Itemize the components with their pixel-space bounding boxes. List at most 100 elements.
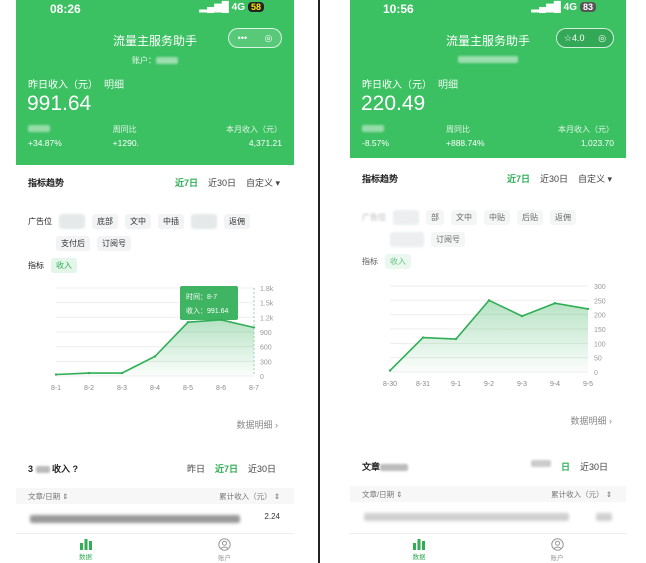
range-yesterday[interactable]: 昨日 (187, 462, 205, 475)
battery-icon: 58 (247, 2, 264, 12)
ad-chip[interactable]: 中插 (158, 213, 184, 229)
ad-chip[interactable]: 文中 (451, 209, 477, 225)
ad-chip[interactable]: 订阅号 (97, 235, 131, 251)
stat-label: 本月收入（元） (226, 125, 283, 134)
tab-label: 数据 (412, 554, 426, 561)
article-title-redacted (364, 513, 569, 521)
y-tick-label: 0 (260, 374, 264, 381)
bar-chart-icon (413, 539, 425, 550)
ad-chip[interactable]: 部 (426, 209, 444, 225)
detail-link[interactable]: 明细 (104, 80, 124, 91)
ad-row-label: 广告位 (362, 212, 386, 222)
section-title: 文章 (362, 460, 409, 473)
range-custom[interactable]: 自定义 ▾ (578, 172, 612, 185)
stat-value: +888.74% (446, 138, 485, 148)
ad-chip[interactable]: 全部 (393, 209, 419, 225)
battery-icon: 83 (579, 2, 596, 12)
trend-bar: 指标趋势 近7日 近30日 自定义 ▾ (16, 168, 294, 196)
ad-chip[interactable]: 后贴 (517, 209, 543, 225)
data-point (120, 371, 124, 375)
ad-chip[interactable]: 中贴 (484, 209, 510, 225)
data-point (54, 373, 58, 376)
y-tick-label: 300 (260, 359, 272, 366)
table-header: 文章/日期 ⇕ 累计收入（元） ⇕ (350, 486, 626, 502)
range-7d[interactable]: 近7日 (175, 176, 198, 189)
header: 10:56 ▂▄▆█ 4G 83 流量主服务助手 ☆4.0 ◎ 昨日收入（元） 明细… (350, 0, 626, 158)
range-30d[interactable]: 近30日 (540, 172, 568, 185)
data-detail-link[interactable]: 数据明细 › (237, 418, 279, 431)
x-tick-label: 8-30 (383, 381, 397, 388)
table-row[interactable]: 2.24 (16, 512, 294, 526)
col-total-income[interactable]: 累计收入（元） ⇕ (219, 491, 280, 502)
ad-chip[interactable]: 返佣 (224, 213, 250, 229)
tab-data[interactable]: 数据 (350, 534, 488, 563)
col-total-income[interactable]: 累计收入（元） ⇕ (551, 489, 612, 500)
col-article-date[interactable]: 文章/日期 ⇕ (28, 491, 68, 502)
more-dots-icon[interactable]: ••• (238, 33, 247, 43)
data-detail-link[interactable]: 数据明细 › (571, 414, 613, 427)
miniprogram-capsule[interactable]: ••• ◎ (228, 28, 282, 48)
range-30d[interactable]: 近30日 (248, 462, 276, 475)
yesterday-income-value: 991.64 (27, 92, 92, 115)
stat-label: 本月收入（元） (558, 125, 614, 134)
section-range-tabs: 日 近30日 (530, 460, 608, 473)
ad-chip[interactable]: 支付后 (390, 231, 424, 247)
rating-badge[interactable]: ☆4.0 (564, 33, 585, 44)
right-phone-screen: 10:56 ▂▄▆█ 4G 83 流量主服务助手 ☆4.0 ◎ 昨日收入（元） 明细… (350, 0, 626, 563)
range-7d[interactable]: 近7日 (507, 172, 530, 185)
ad-chip[interactable]: 支付后 (56, 235, 90, 251)
x-tick-label: 8-31 (416, 381, 430, 388)
stat-month-income: 本月收入（元） 4,371.21 (197, 124, 282, 148)
stat-day-change: -8.57% (362, 124, 446, 148)
ad-chip[interactable]: 返佣 (550, 209, 576, 225)
income-trend-chart[interactable]: 300 250 200 150 100 50 0 8-30 8-31 9-1 9-2 9-3 9-4 9-… (362, 280, 624, 390)
stat-week-change: 周同比 +888.74% (446, 124, 530, 148)
range-option-redacted[interactable] (530, 460, 551, 467)
table-row[interactable] (350, 510, 626, 524)
ad-chip[interactable]: 订阅号 (431, 231, 465, 247)
close-circle-icon[interactable]: ◎ (264, 33, 272, 44)
metric-chip-income[interactable]: 收入 (51, 257, 77, 273)
stat-label-redacted (28, 125, 50, 133)
table-header: 文章/日期 ⇕ 累计收入（元） ⇕ (16, 488, 294, 504)
data-point (388, 369, 392, 372)
col-article-date[interactable]: 文章/日期 ⇕ (362, 489, 402, 500)
article-income-section: 3 收入 ? 昨日 近7日 近30日 (16, 462, 294, 482)
signal-icon: ▂▄▆█ 4G 58 (199, 2, 264, 13)
yesterday-label: 昨日收入（元） 明细 (28, 76, 124, 91)
data-point (454, 337, 458, 341)
ad-chip[interactable]: 全部 (59, 213, 85, 229)
tab-account[interactable]: 账户 (488, 534, 626, 563)
stat-value: +34.87% (28, 138, 62, 148)
range-30d[interactable]: 近30日 (208, 176, 236, 189)
account-name-redacted (156, 57, 178, 65)
yesterday-label-text: 昨日收入（元） (362, 80, 432, 91)
metric-chip-income[interactable]: 收入 (385, 253, 411, 269)
tab-account[interactable]: 账户 (155, 534, 294, 563)
account-label: 账户： (132, 56, 156, 65)
tab-data[interactable]: 数据 (16, 534, 155, 563)
ad-chip[interactable]: 底部 (92, 213, 118, 229)
range-custom[interactable]: 自定义 ▾ (246, 176, 280, 189)
header: 08:26 ▂▄▆█ 4G 58 流量主服务助手 ••• ◎ 账户： 昨日收入（元… (16, 0, 294, 165)
range-30d[interactable]: 近30日 (580, 460, 608, 473)
data-point (487, 299, 491, 302)
stat-value: +1290. (112, 138, 139, 148)
stat-label (362, 124, 446, 135)
income-trend-chart[interactable]: 1.8k 1.5k 1.2k 900 600 300 0 8-1 8-2 8-3 8-4 8-5 8-6… (28, 282, 290, 394)
range-7d[interactable]: 日 (561, 460, 570, 473)
ad-chip[interactable]: 后贴 (191, 213, 217, 229)
miniprogram-capsule[interactable]: ☆4.0 ◎ (556, 28, 614, 48)
ad-filter: 广告位 全部 部 文中 中贴 后贴 返佣 支付后 订阅号 指标 收入 (362, 208, 618, 270)
x-tick-label: 8-1 (51, 385, 61, 392)
detail-link[interactable]: 明细 (438, 80, 458, 91)
x-tick-label: 8-2 (84, 385, 94, 392)
series-area (390, 300, 588, 372)
article-title-redacted (30, 515, 240, 523)
ad-chip[interactable]: 文中 (125, 213, 151, 229)
tab-label: 账户 (218, 555, 231, 562)
data-point (87, 371, 91, 375)
range-7d[interactable]: 近7日 (215, 462, 238, 475)
close-circle-icon[interactable]: ◎ (598, 33, 606, 44)
trend-range-tabs: 近7日 近30日 自定义 ▾ (175, 176, 280, 189)
